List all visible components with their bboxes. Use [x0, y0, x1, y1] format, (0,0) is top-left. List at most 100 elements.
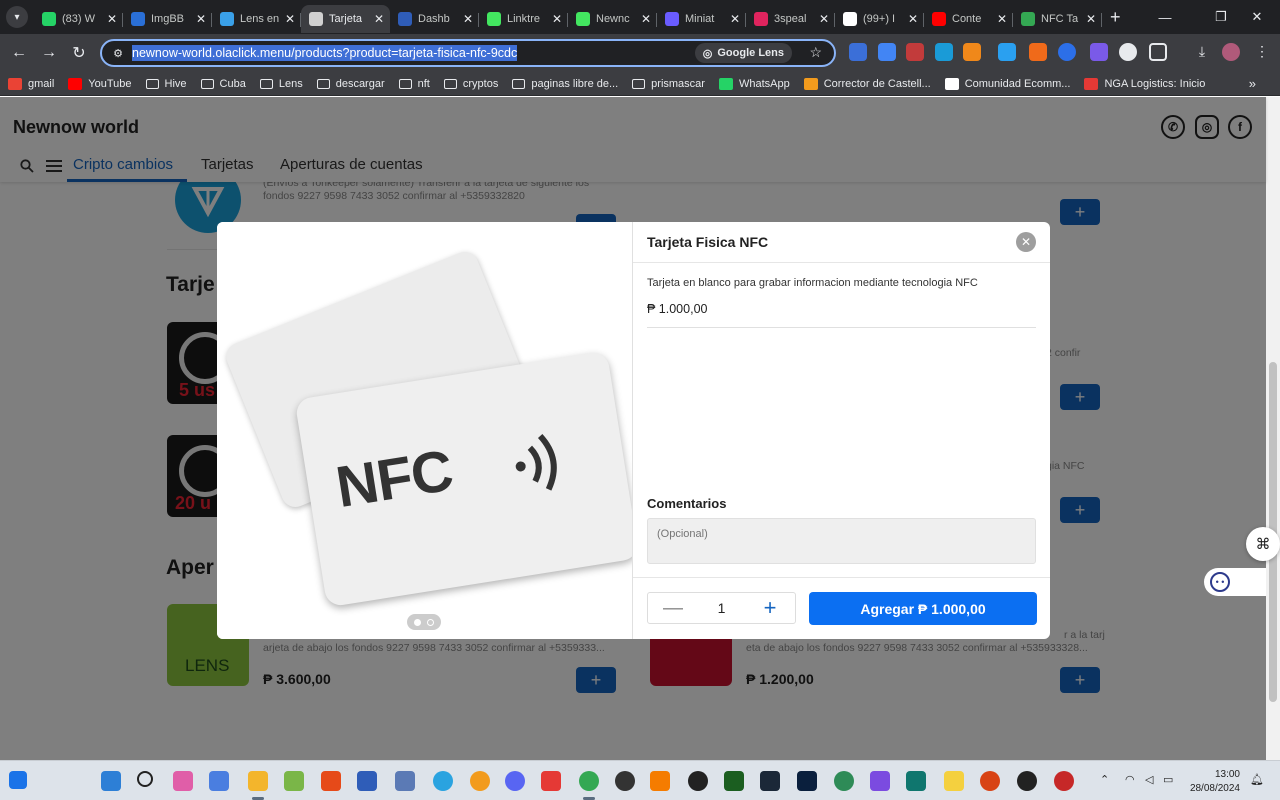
bookmark-star-icon[interactable]: ☆ [809, 44, 822, 61]
reload-button[interactable]: ↻ [64, 38, 94, 68]
tab-close-icon[interactable]: ✕ [463, 12, 473, 26]
tab-close-icon[interactable]: ✕ [997, 12, 1007, 26]
app-icon-6[interactable] [284, 771, 304, 791]
task-view-icon[interactable] [209, 771, 229, 791]
floating-shortcut-button[interactable]: ⌘ [1246, 527, 1280, 561]
start-icon[interactable] [101, 771, 121, 791]
photoshop-icon[interactable] [797, 771, 817, 791]
decrease-quantity-button[interactable]: — [648, 597, 698, 620]
carousel-indicator[interactable] [407, 614, 441, 630]
bookmark-item[interactable]: Hive [145, 78, 187, 90]
copilot-icon[interactable] [173, 771, 193, 791]
site-info-icon[interactable]: ⚙ [110, 45, 126, 61]
widgets-icon[interactable] [9, 771, 27, 789]
page-scrollbar[interactable] [1266, 97, 1280, 760]
extension-7-icon[interactable] [1029, 43, 1047, 61]
bookmark-item[interactable]: prismascar [632, 78, 705, 90]
app-icon-22[interactable] [870, 771, 890, 791]
app-icon-18[interactable] [724, 771, 744, 791]
app-icon-9[interactable] [395, 771, 415, 791]
download-icon[interactable]: ⤓ [1193, 43, 1211, 61]
app-icon-25[interactable] [980, 771, 1000, 791]
extension-6-icon[interactable] [998, 43, 1016, 61]
tab-close-icon[interactable]: ✕ [374, 12, 384, 26]
tab-close-icon[interactable]: ✕ [552, 12, 562, 26]
bookmark-item[interactable]: Cuba [200, 78, 246, 90]
product-image-carousel[interactable]: NFC [217, 222, 632, 639]
tab-close-icon[interactable]: ✕ [730, 12, 740, 26]
system-clock[interactable]: 13:00 28/08/2024 [1190, 768, 1240, 796]
discord-icon[interactable] [505, 771, 525, 791]
browser-tab[interactable]: Tarjeta ✕ [301, 5, 390, 33]
browser-tab[interactable]: Newnc ✕ [568, 5, 657, 33]
extension-4-icon[interactable] [935, 43, 953, 61]
vlc-icon[interactable] [650, 771, 670, 791]
metamask-icon[interactable] [963, 43, 981, 61]
app-icon-17[interactable] [688, 771, 708, 791]
quantity-value[interactable]: 1 [698, 600, 745, 616]
browser-tab[interactable]: Miniat ✕ [657, 5, 746, 33]
extension-9-icon[interactable] [1090, 43, 1108, 61]
app-icon-24[interactable] [944, 771, 964, 791]
chrome-menu-icon[interactable]: ⋮ [1253, 43, 1271, 61]
bookmark-item[interactable]: WhatsApp [718, 77, 790, 90]
bookmarks-overflow-icon[interactable]: » [1249, 76, 1256, 91]
increase-quantity-button[interactable]: + [745, 595, 795, 621]
steam-icon[interactable] [760, 771, 780, 791]
app-icon-27[interactable] [1054, 771, 1074, 791]
app-icon-21[interactable] [834, 771, 854, 791]
notifications-icon[interactable]: 🔔︎ [1250, 773, 1264, 786]
browser-tab[interactable]: Linktre ✕ [479, 5, 568, 33]
browser-tab[interactable]: (83) W ✕ [34, 5, 123, 33]
app-icon-8[interactable] [357, 771, 377, 791]
profile-avatar[interactable] [1222, 43, 1240, 61]
close-modal-icon[interactable]: ✕ [1016, 232, 1036, 252]
bookmark-item[interactable]: paginas libre de... [512, 78, 618, 90]
telegram-icon[interactable] [433, 771, 453, 791]
file-explorer-icon[interactable] [248, 771, 268, 791]
close-window-button[interactable]: ✕ [1234, 0, 1280, 34]
volume-icon[interactable]: ◁ [1145, 773, 1153, 786]
back-button[interactable]: ← [4, 38, 34, 68]
bookmark-item[interactable]: gmail [8, 77, 54, 90]
bookmark-item[interactable]: YouTube [68, 77, 132, 90]
add-to-cart-button[interactable]: Agregar ₱ 1.000,00 [809, 592, 1037, 625]
google-lens-button[interactable]: ◎ Google Lens [694, 43, 792, 63]
forward-button[interactable]: → [34, 38, 64, 68]
tab-close-icon[interactable]: ✕ [107, 12, 117, 26]
app-icon-15[interactable] [615, 771, 635, 791]
browser-tab[interactable]: NFC Ta ✕ [1013, 5, 1102, 33]
address-bar[interactable]: ⚙ newnow-world.olaclick.menu/products?pr… [100, 39, 836, 67]
bookmark-item[interactable]: cryptos [443, 78, 498, 90]
tab-close-icon[interactable]: ✕ [1086, 12, 1096, 26]
search-icon[interactable] [137, 771, 153, 787]
carousel-dot[interactable] [427, 618, 435, 626]
extension-3-icon[interactable] [906, 43, 924, 61]
extensions-puzzle-icon[interactable] [1149, 43, 1167, 61]
browser-tab[interactable]: 3speal ✕ [746, 5, 835, 33]
bookmark-item[interactable]: nft [398, 78, 430, 90]
comments-input[interactable] [647, 518, 1036, 564]
browser-tab[interactable]: (99+) I ✕ [835, 5, 924, 33]
tab-close-icon[interactable]: ✕ [285, 12, 295, 26]
extension-8-icon[interactable] [1058, 43, 1076, 61]
app-icon-7[interactable] [321, 771, 341, 791]
carousel-dot-active[interactable] [413, 618, 421, 626]
wifi-icon[interactable]: ◠ [1125, 773, 1135, 786]
tab-close-icon[interactable]: ✕ [196, 12, 206, 26]
browser-tab[interactable]: Conte ✕ [924, 5, 1013, 33]
bookmark-item[interactable]: Comunidad Ecomm... [944, 77, 1070, 90]
bookmark-item[interactable]: Corrector de Castell... [803, 77, 931, 90]
extension-10-icon[interactable] [1119, 43, 1137, 61]
translate-extension-icon[interactable] [878, 43, 896, 61]
tab-close-icon[interactable]: ✕ [908, 12, 918, 26]
browser-tab[interactable]: Lens en ✕ [212, 5, 301, 33]
tab-close-icon[interactable]: ✕ [641, 12, 651, 26]
extension-1-icon[interactable] [849, 43, 867, 61]
bookmark-item[interactable]: NGA Logistics: Inicio [1084, 77, 1205, 90]
battery-icon[interactable]: ▭ [1163, 773, 1173, 786]
app-icon-11[interactable] [470, 771, 490, 791]
bookmark-item[interactable]: descargar [316, 78, 385, 90]
bookmark-item[interactable]: Lens [259, 78, 303, 90]
browser-tab[interactable]: Dashb ✕ [390, 5, 479, 33]
